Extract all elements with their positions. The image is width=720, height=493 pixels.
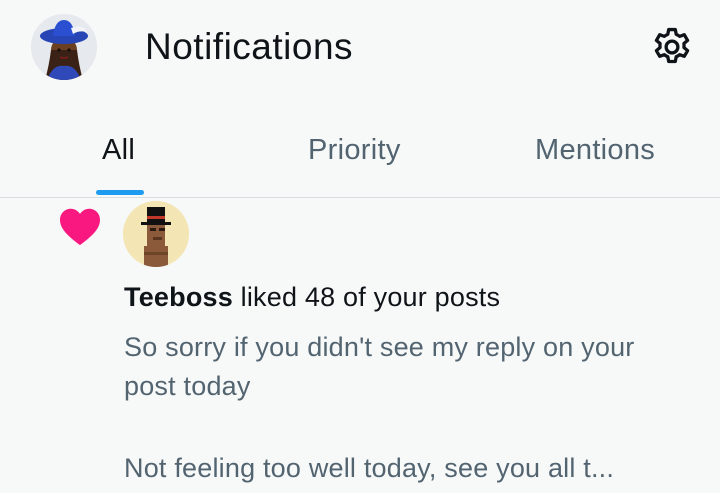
actor-name[interactable]: Teeboss — [124, 282, 233, 312]
tab-mentions[interactable]: Mentions — [510, 110, 690, 198]
post-preview: So sorry if you didn't see my reply on y… — [124, 332, 635, 401]
tab-mentions-label: Mentions — [535, 134, 656, 166]
tab-selected-indicator — [96, 190, 144, 195]
top-bar: Notifications — [0, 0, 720, 96]
tab-all-label: All — [102, 134, 136, 166]
notification-text: Teeboss liked 48 of your posts — [124, 282, 500, 313]
pixel-character-avatar-icon — [123, 201, 189, 267]
tab-priority-label: Priority — [308, 134, 401, 166]
notifications-screen: Notifications All Priority Mentions Teeb… — [0, 0, 720, 493]
profile-avatar-icon — [31, 14, 97, 80]
profile-avatar[interactable] — [31, 14, 97, 80]
notification-tabs: All Priority Mentions — [0, 110, 720, 198]
heart-icon — [60, 208, 100, 246]
page-title: Notifications — [145, 26, 354, 67]
settings-button[interactable] — [650, 25, 694, 69]
actor-avatar[interactable] — [123, 201, 189, 267]
notification-item[interactable]: Teeboss liked 48 of your posts So sorry … — [0, 199, 720, 493]
gear-icon — [654, 27, 690, 64]
post-preview-secondary: Not feeling too well today, see you all … — [124, 453, 615, 483]
tab-priority[interactable]: Priority — [280, 110, 440, 198]
action-text: liked 48 of your posts — [232, 282, 501, 312]
tab-all[interactable]: All — [60, 110, 180, 198]
